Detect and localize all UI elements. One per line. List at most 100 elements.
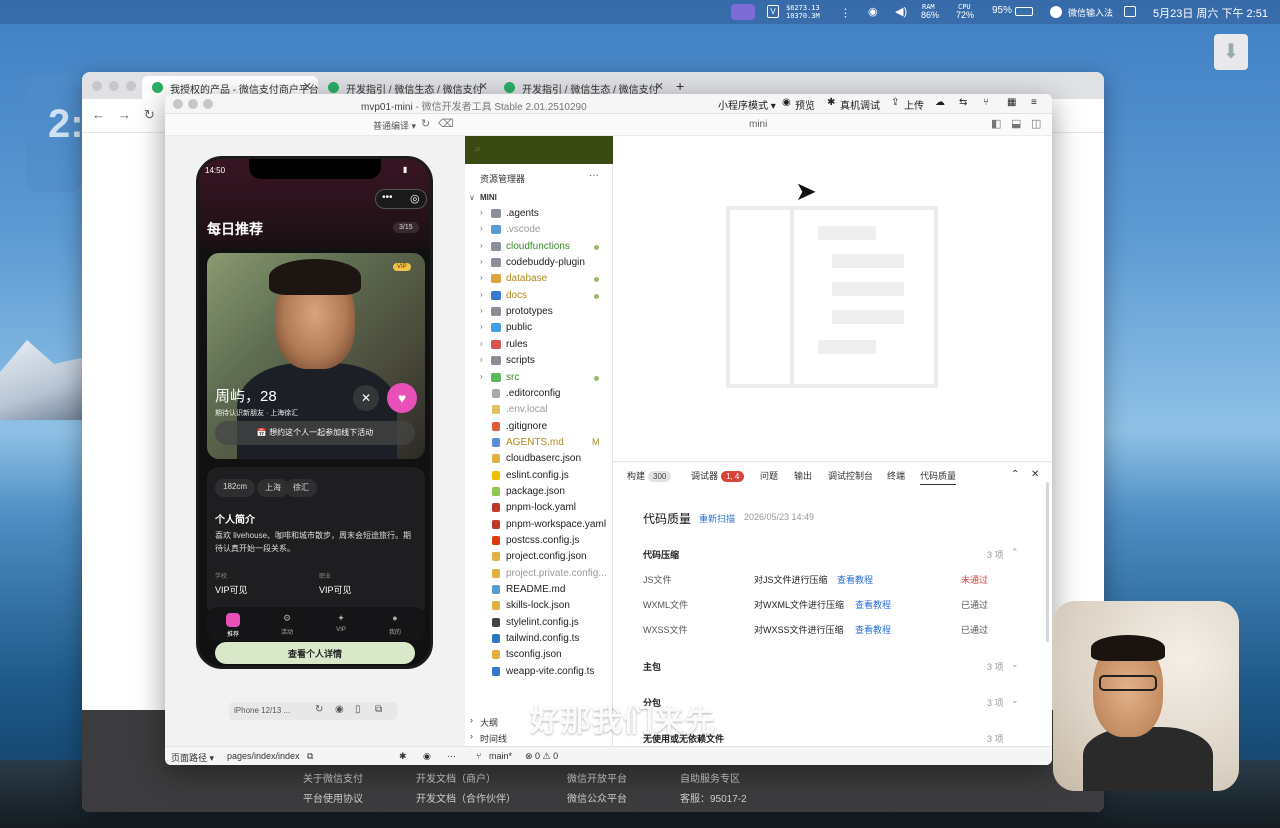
chevron-right-icon[interactable]: › [480,257,483,266]
more-icon[interactable]: ••• [382,192,393,203]
tab-code-quality[interactable]: 代码质量 [920,469,957,485]
file-item[interactable]: .editorconfig [465,386,613,402]
chevron-up-icon[interactable]: ⌃ [1011,469,1019,480]
input-method-label[interactable]: 微信输入法 [1068,6,1113,19]
folder-item[interactable]: › src [465,370,613,386]
device-dropdown[interactable]: iPhone 12/13 ... [234,706,290,715]
zoom-window-icon[interactable] [126,81,136,91]
chevron-right-icon[interactable]: › [480,306,483,315]
folder-item[interactable]: › database [465,271,613,287]
back-icon[interactable]: ← [92,107,105,122]
footer-link[interactable]: 微信开放平台 [567,770,627,785]
tab-vip[interactable]: ✦ VIP [321,613,361,633]
close-tab-icon[interactable]: ✕ [479,80,488,93]
folder-item[interactable]: › .agents [465,206,613,222]
compile-mode-dropdown[interactable]: 普通编译 ▾ [373,119,416,132]
footer-link[interactable]: 客服：95017-2 [680,790,747,805]
section-compress[interactable]: 代码压缩 [643,548,679,561]
clear-cache-icon[interactable]: ⌫ [438,117,454,130]
folder-item[interactable]: › scripts [465,353,613,369]
footer-link[interactable]: 关于微信支付 [303,770,363,785]
folder-item[interactable]: › prototypes [465,304,613,320]
root-folder[interactable]: MINI [480,193,497,202]
minimize-window-icon[interactable] [109,81,119,91]
tutorial-link[interactable]: 查看教程 [855,623,891,636]
chevron-right-icon[interactable]: › [480,339,483,348]
chevron-down-icon[interactable]: ∨ [469,193,475,202]
remote-debug-button[interactable]: 真机调试 [840,97,880,112]
datetime[interactable]: 5月23日 周六 下午 2:51 [1153,5,1268,21]
timeline-section[interactable]: 时间线 [480,732,507,745]
file-item[interactable]: tailwind.config.ts [465,631,613,647]
chevron-right-icon[interactable]: › [470,715,473,725]
capsule-menu[interactable]: ••• ◎ [375,189,427,209]
file-item[interactable]: AGENTS.md M [465,435,613,451]
chevron-up-icon[interactable]: ⌃ [1011,547,1019,558]
heart-icon[interactable]: ♥ [387,383,417,413]
eye-icon[interactable]: ◉ [782,97,791,108]
tab-activity[interactable]: ⚙ 活动 [267,613,307,636]
record-icon[interactable]: ◉ [335,704,344,715]
cloud-icon[interactable]: ☁ [935,97,945,108]
file-item[interactable]: README.md [465,582,613,598]
chevron-right-icon[interactable]: › [480,290,483,299]
folder-item[interactable]: › .vscode [465,222,613,238]
tab-terminal[interactable]: 终端 [887,469,905,482]
footer-link[interactable]: 开发文档（商户） [416,770,496,785]
git-branch[interactable]: main* [489,751,512,761]
input-method-icon[interactable] [1050,6,1062,18]
toggle-sidebar-icon[interactable]: ◧ [991,117,1001,130]
footer-link[interactable]: 微信公众平台 [567,790,627,805]
close-tab-icon[interactable]: ✕ [303,80,312,93]
search-icon[interactable]: ⌕ [475,143,481,156]
view-detail-button[interactable]: 查看个人详情 [215,642,415,664]
refresh-icon[interactable]: ↻ [421,117,430,130]
editor-tab-mini[interactable]: mini [749,119,767,130]
scrollbar[interactable] [1046,482,1049,642]
current-page-path[interactable]: pages/index/index [227,751,300,761]
preview-button[interactable]: 预览 [795,97,815,112]
forward-icon[interactable]: → [118,107,131,122]
more-icon[interactable]: ··· [447,751,456,761]
close-panel-icon[interactable]: ✕ [1031,469,1039,480]
eye-icon[interactable]: ◉ [423,751,431,762]
file-item[interactable]: .env.local [465,402,613,418]
tutorial-link[interactable]: 查看教程 [855,598,891,611]
file-item[interactable]: weapp-vite.config.ts [465,664,613,680]
more-icon[interactable]: ··· [589,170,599,181]
new-tab-button[interactable]: + [654,73,684,96]
file-item[interactable]: postcss.config.js [465,533,613,549]
chevron-right-icon[interactable]: › [480,355,483,364]
outline-section[interactable]: 大纲 [480,716,498,729]
menu-icon[interactable]: ≡ [1031,97,1037,108]
file-item[interactable]: stylelint.config.js [465,615,613,631]
v-app-icon[interactable]: V [767,5,779,18]
file-item[interactable]: project.config.json [465,549,613,565]
chevron-right-icon[interactable]: › [480,241,483,250]
wifi-icon[interactable]: ︙ [840,5,851,21]
chevron-right-icon[interactable]: › [480,224,483,233]
chevron-right-icon[interactable]: › [470,731,473,741]
chevron-right-icon[interactable]: › [480,208,483,217]
file-item[interactable]: pnpm-lock.yaml [465,500,613,516]
branch-icon[interactable]: ⑂ [983,97,989,108]
profile-photo[interactable]: VIP 周屿，28 期待认识新朋友 · 上海徐汇 ✕ ♥ 📅 想约这个人一起参加… [207,253,425,459]
zoom-window-icon[interactable] [203,99,213,109]
file-item[interactable]: project.private.config... [465,566,613,582]
invite-button[interactable]: 📅 想约这个人一起参加线下活动 [215,421,415,445]
upload-icon[interactable]: ⇪ [891,97,899,108]
upload-button[interactable]: 上传 [904,97,924,112]
close-window-icon[interactable] [173,99,183,109]
close-window-icon[interactable] [92,81,102,91]
file-item[interactable]: skills-lock.json [465,598,613,614]
screen-record-icon[interactable] [731,4,755,20]
sync-icon[interactable]: ⇆ [959,97,967,108]
folder-item[interactable]: › codebuddy-plugin [465,255,613,271]
skip-icon[interactable]: ✕ [353,385,379,411]
error-warning-count[interactable]: ⊗ 0 ⚠ 0 [525,751,558,762]
copy-icon[interactable]: ⧉ [307,751,313,762]
folder-item[interactable]: › cloudfunctions [465,239,613,255]
battery-icon[interactable] [1015,7,1033,16]
branch-icon[interactable]: ⑂ [476,751,481,761]
phone-icon[interactable]: ▯ [355,704,361,715]
